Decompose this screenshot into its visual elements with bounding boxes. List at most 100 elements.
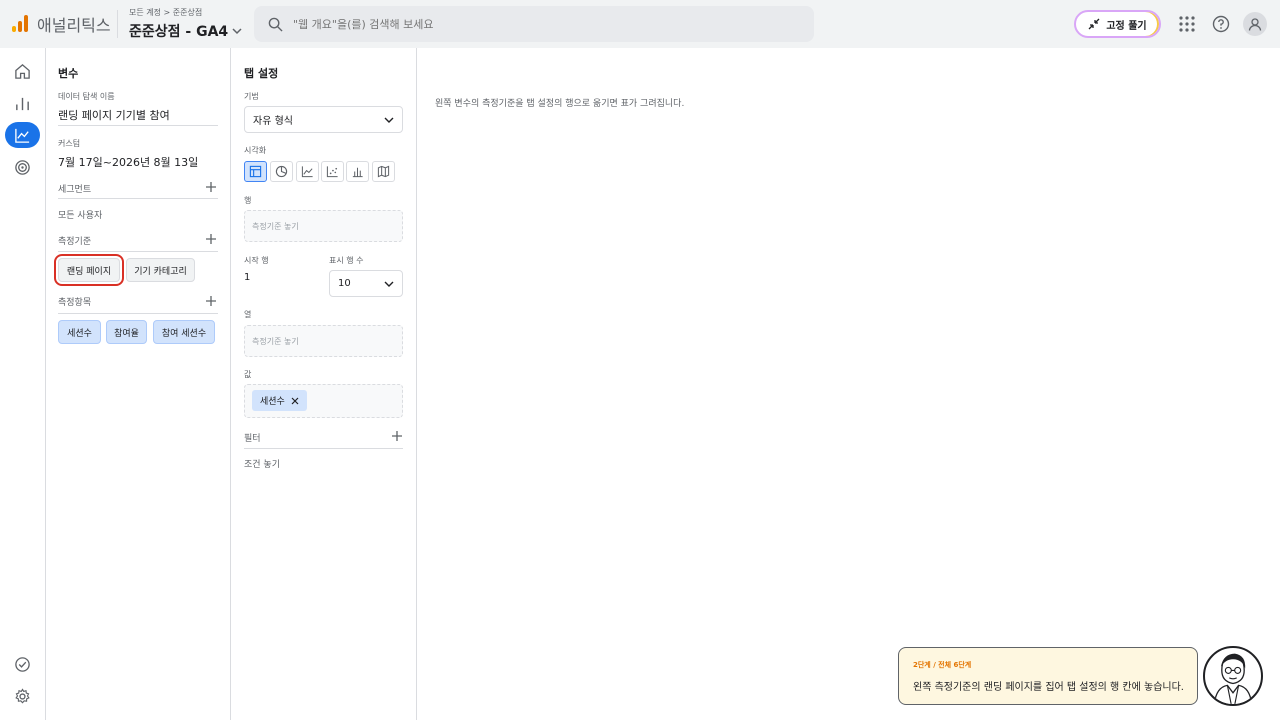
search-icon [268,17,283,32]
tutorial-bubble: 2단계 / 전체 6단계 왼쪽 측정기준의 랜딩 페이지를 집어 탭 설정의 행… [898,647,1198,705]
metric-chip-sessions[interactable]: 세션수 [58,320,101,344]
viz-bar-button[interactable] [346,161,369,182]
viz-scatter-button[interactable] [321,161,344,182]
nav-explore[interactable] [5,122,40,148]
map-icon [377,165,390,178]
start-row-label: 시작 행 [244,256,269,265]
bar-chart-icon [352,167,363,178]
property-name: 준준상점 - GA4 [129,24,229,40]
bar-chart-icon [16,97,29,110]
divider [58,313,218,314]
viz-map-button[interactable] [372,161,395,182]
character-illustration-icon [1213,653,1253,704]
dimension-chip-device-category[interactable]: 기기 카테고리 [126,258,195,282]
target-icon [15,159,30,175]
divider [58,198,218,199]
top-app-bar: 애널리틱스 모든 계정 > 준준상점 준준상점 - GA4 고정 풀기 [0,0,1280,48]
collapse-arrows-icon [1088,18,1100,30]
divider [244,448,403,449]
close-icon[interactable] [291,397,299,405]
exploration-name-label: 데이터 탐색 이름 [58,92,115,101]
nav-advertising[interactable] [5,154,40,180]
technique-select[interactable]: 자유 형식 [244,106,403,133]
metrics-label: 측정항목 [58,298,92,308]
add-segment-button[interactable] [205,181,217,193]
metric-chip-engagement-rate[interactable]: 참여율 [106,320,147,344]
values-label: 값 [244,370,252,379]
dimensions-label: 측정기준 [58,237,92,247]
scatter-chart-icon [326,166,338,178]
columns-dropzone[interactable]: 측정기준 놓기 [244,325,403,357]
nav-tasks[interactable] [5,651,40,677]
explore-chart-icon [15,128,30,143]
add-metric-button[interactable] [205,295,217,307]
unpin-button[interactable]: 고정 풀기 [1074,10,1161,38]
plus-icon [206,182,216,192]
account-avatar[interactable] [1243,12,1267,36]
nav-home[interactable] [5,58,40,84]
filters-label: 필터 [244,434,261,444]
variables-panel: 변수 데이터 탐색 이름 랜딩 페이지 기기별 참여 커스텀 7월 17일~20… [46,48,231,720]
value-chip-label: 세션수 [260,397,285,407]
add-dimension-button[interactable] [205,233,217,245]
values-dropzone[interactable]: 세션수 [244,384,403,418]
date-range-picker[interactable]: 7월 17일~2026년 8월 13일 [58,154,198,170]
value-chip-sessions[interactable]: 세션수 [252,390,307,411]
header-divider [117,10,118,38]
technique-value: 자유 형식 [253,116,293,127]
nav-reports[interactable] [5,90,40,116]
exploration-name-field[interactable]: 랜딩 페이지 기기별 참여 [58,107,170,123]
table-icon [249,165,262,178]
brand-name[interactable]: 애널리틱스 [37,12,111,36]
show-rows-select[interactable]: 10 [329,270,403,297]
gear-icon [15,687,30,703]
nav-admin[interactable] [5,683,40,709]
canvas-hint: 왼쪽 변수의 측정기준을 탭 설정의 행으로 옮기면 표가 그려집니다. [435,99,685,109]
chevron-down-icon [384,281,394,287]
start-row-input[interactable]: 1 [244,272,250,283]
property-selector[interactable]: 준준상점 - GA4 [129,21,242,41]
plus-icon [206,234,216,244]
donut-chart-icon [275,165,288,178]
divider [58,251,218,252]
add-filter-button[interactable] [391,430,403,442]
segments-label: 세그먼트 [58,185,92,195]
show-rows-label: 표시 행 수 [329,256,364,265]
viz-donut-button[interactable] [270,161,293,182]
person-icon [1248,18,1262,31]
unpin-label: 고정 풀기 [1106,20,1147,32]
tutorial-text: 왼쪽 측정기준의 랜딩 페이지를 집어 탭 설정의 행 칸에 놓습니다. [913,682,1184,693]
columns-label: 열 [244,310,252,319]
dimension-chip-landing-page[interactable]: 랜딩 페이지 [54,254,124,286]
rows-placeholder: 측정기준 놓기 [252,221,299,231]
tutorial-step: 2단계 / 전체 6단계 [913,661,972,669]
exploration-canvas: 왼쪽 변수의 측정기준을 탭 설정의 행으로 옮기면 표가 그려집니다. [417,48,1280,720]
home-icon [15,63,30,79]
viz-table-button[interactable] [244,161,267,182]
filters-dropzone[interactable]: 조건 놓기 [244,457,280,470]
check-circle-icon [15,656,30,672]
show-rows-value: 10 [338,278,351,289]
variables-title: 변수 [58,67,79,80]
divider [58,125,218,126]
analytics-logo-icon[interactable] [12,14,30,32]
search-bar[interactable] [254,6,814,42]
date-custom-label: 커스텀 [58,139,81,148]
breadcrumb[interactable]: 모든 계정 > 준준상점 [129,7,202,18]
visualization-label: 시각화 [244,146,267,155]
rows-dropzone[interactable]: 측정기준 놓기 [244,210,403,242]
viz-line-button[interactable] [296,161,319,182]
help-icon[interactable] [1209,12,1233,36]
columns-placeholder: 측정기준 놓기 [252,336,299,346]
technique-label: 기법 [244,92,259,101]
chevron-down-icon [384,117,394,123]
line-chart-icon [301,166,313,178]
metric-chip-engaged-sessions[interactable]: 참여 세션수 [153,320,215,344]
mascot-avatar[interactable] [1203,646,1263,706]
search-input[interactable] [293,17,773,31]
tab-settings-title: 탭 설정 [244,67,279,80]
plus-icon [206,296,216,306]
plus-icon [392,431,402,441]
apps-grid-icon[interactable] [1175,12,1199,36]
segment-all-users[interactable]: 모든 사용자 [58,208,102,221]
